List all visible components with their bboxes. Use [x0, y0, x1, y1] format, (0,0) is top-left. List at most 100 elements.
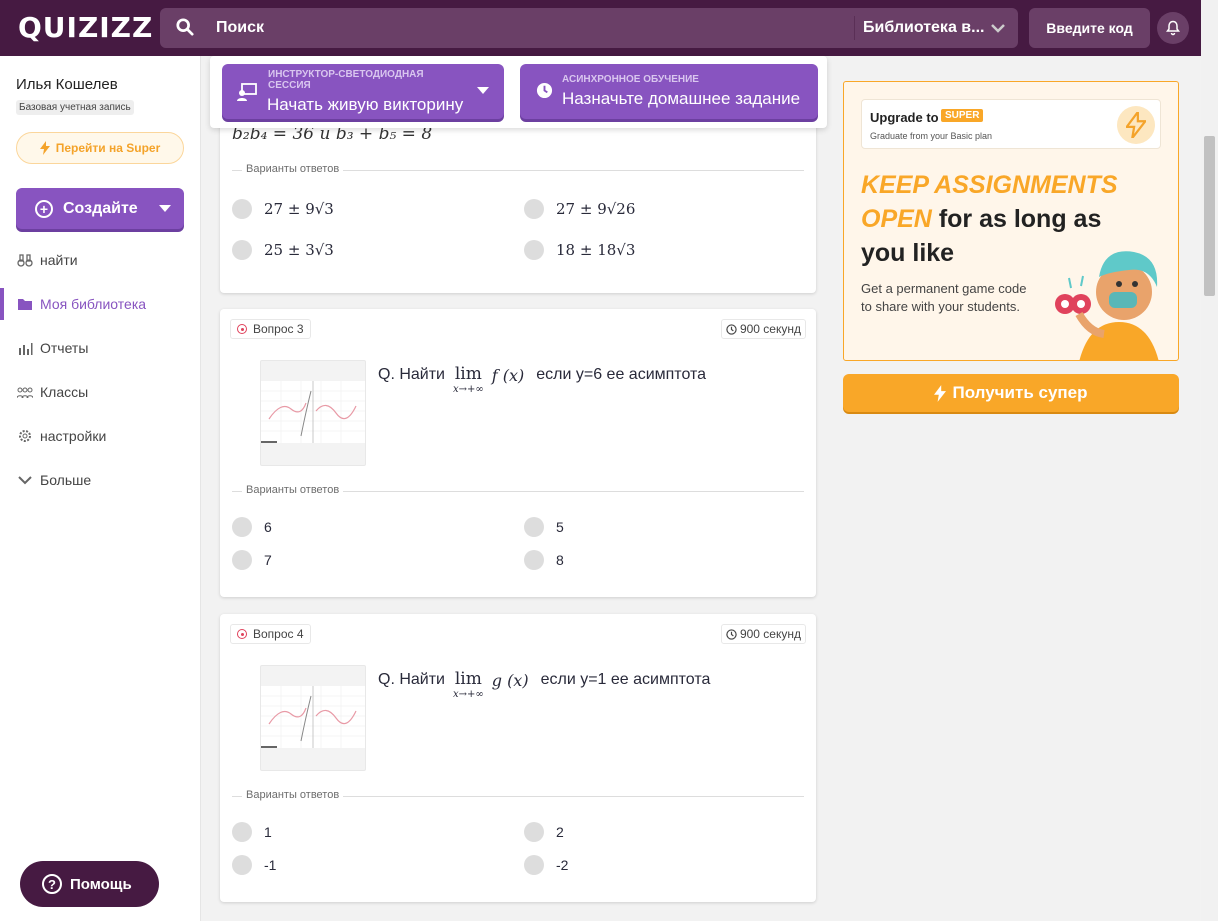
bell-icon [1166, 20, 1180, 36]
question-mark-icon: ? [42, 874, 62, 894]
create-label: Создайте [63, 199, 138, 217]
variants-label: Варианты ответов [242, 163, 344, 175]
sidebar-item-label: найти [40, 252, 78, 268]
question-label: Вопрос 3 [230, 319, 311, 339]
classes-icon [17, 387, 33, 399]
clock-icon [536, 82, 553, 99]
answer-option[interactable]: 27 ± 9√3 [232, 199, 334, 219]
radio-icon [232, 199, 252, 219]
enter-code-button[interactable]: Введите код [1029, 8, 1150, 48]
get-super-button[interactable]: Получить супер [843, 374, 1179, 412]
mascot-illustration [1055, 251, 1159, 360]
radio-icon [524, 822, 544, 842]
sidebar-item-reports[interactable]: Отчеты [0, 332, 200, 364]
question-text: Q. Найти lim x→+∞ f (x) если y=6 ее асимп… [378, 364, 707, 395]
answer-option[interactable]: 27 ± 9√26 [524, 199, 635, 219]
radio-icon [232, 550, 252, 570]
question-time: 900 секунд [720, 319, 806, 339]
create-button[interactable]: + Создайте [16, 188, 184, 229]
variants-divider: Варианты ответов [232, 163, 804, 175]
radio-icon [524, 199, 544, 219]
question-label: Вопрос 4 [230, 624, 311, 644]
caret-down-icon[interactable] [159, 205, 171, 212]
sidebar-item-label: Моя библиотека [40, 296, 147, 312]
sidebar-item-more[interactable]: Больше [0, 464, 200, 496]
limit-expression: lim x→+∞ [453, 669, 484, 700]
answer-option[interactable]: 5 [524, 517, 564, 537]
plus-circle-icon: + [35, 199, 53, 218]
sidebar-item-label: Классы [40, 384, 89, 400]
graph-thumbnail [261, 381, 365, 443]
answer-option[interactable]: 6 [232, 517, 272, 537]
question-card: Вопрос 3 900 секунд Q. Найти lim x→+∞ f (… [220, 309, 816, 597]
reports-icon [19, 343, 33, 355]
upgrade-box[interactable]: Upgrade to SUPER Graduate from your Basi… [861, 99, 1161, 149]
variants-label: Варианты ответов [242, 484, 344, 496]
answer-option[interactable]: 1 [232, 822, 272, 842]
promo-description: Get a permanent game code to share with … [861, 281, 1027, 314]
account-type-badge: Базовая учетная запись [16, 100, 134, 115]
super-promo-card: Upgrade to SUPER Graduate from your Basi… [843, 81, 1179, 361]
sidebar: Илья Кошелев Базовая учетная запись Пере… [0, 56, 201, 921]
answer-option[interactable]: 25 ± 3√3 [232, 240, 334, 260]
limit-expression: lim x→+∞ [453, 364, 484, 395]
sidebar-item-my-library[interactable]: Моя библиотека [0, 288, 200, 320]
variants-divider: Варианты ответов [232, 484, 804, 496]
help-label: Помощь [70, 875, 132, 893]
radio-icon [232, 855, 252, 875]
go-super-label: Перейти на Super [55, 141, 161, 155]
user-name[interactable]: Илья Кошелев [16, 76, 118, 93]
question-image[interactable] [260, 665, 366, 771]
radio-icon [524, 517, 544, 537]
go-super-button[interactable]: Перейти на Super [16, 132, 184, 164]
question-text: Q. Найти lim x→+∞ g (x) если y=1 ее асимп… [378, 669, 711, 700]
radio-icon [232, 240, 252, 260]
question-card: b₂b₄ = 36 и b₃ + b₅ = 8 Варианты ответов… [220, 100, 816, 293]
search-divider [854, 16, 855, 40]
question-type-icon [237, 324, 247, 334]
answer-option[interactable]: -1 [232, 855, 276, 875]
start-live-quiz-button[interactable]: ИНСТРУКТОР-СВЕТОДИОДНАЯ СЕССИЯ Начать жи… [222, 64, 504, 119]
variants-label: Варианты ответов [242, 789, 344, 801]
sidebar-item-settings[interactable]: настройки [0, 420, 200, 452]
answer-option[interactable]: 8 [524, 550, 564, 570]
graph-thumbnail [261, 686, 365, 748]
search-icon [176, 18, 194, 36]
question-card: Вопрос 4 900 секунд Q. Найти lim x→+∞ g (… [220, 614, 816, 902]
radio-icon [232, 517, 252, 537]
radio-icon [524, 855, 544, 875]
question-type-icon [237, 629, 247, 639]
radio-icon [524, 240, 544, 260]
chevron-down-icon[interactable] [990, 20, 1006, 36]
question-time: 900 секунд [720, 624, 806, 644]
binoculars-icon [17, 254, 33, 267]
answer-option[interactable]: -2 [524, 855, 568, 875]
sidebar-item-label: Отчеты [40, 340, 89, 356]
presentation-icon [237, 83, 257, 101]
sidebar-item-label: настройки [40, 428, 107, 444]
page-scrollbar[interactable] [1201, 0, 1218, 921]
sidebar-item-label: Больше [40, 472, 92, 488]
sidebar-item-find[interactable]: найти [0, 244, 200, 276]
super-badge: SUPER [941, 109, 984, 122]
radio-icon [232, 822, 252, 842]
assign-homework-button[interactable]: АСИНХРОННОЕ ОБУЧЕНИЕ Назначьте домашнее … [520, 64, 818, 119]
clock-icon [726, 323, 737, 335]
variants-divider: Варианты ответов [232, 789, 804, 801]
sidebar-item-classes[interactable]: Классы [0, 376, 200, 408]
question-image[interactable] [260, 360, 366, 466]
quizizz-logo[interactable]: QUIZIZZ [18, 11, 153, 44]
answer-option[interactable]: 2 [524, 822, 564, 842]
help-button[interactable]: ? Помощь [20, 861, 159, 907]
bolt-icon [1117, 106, 1155, 144]
answer-option[interactable]: 7 [232, 550, 272, 570]
answer-option[interactable]: 18 ± 18√3 [524, 240, 635, 260]
search-bar[interactable]: Поиск Библиотека в... [160, 8, 1018, 48]
notifications-button[interactable] [1157, 12, 1189, 44]
caret-down-icon[interactable] [477, 87, 489, 94]
clock-icon [726, 628, 737, 640]
search-input[interactable]: Поиск [216, 19, 264, 37]
scrollbar-thumb[interactable] [1204, 136, 1215, 296]
session-bar: ИНСТРУКТОР-СВЕТОДИОДНАЯ СЕССИЯ Начать жи… [210, 56, 827, 128]
library-select[interactable]: Библиотека в... [863, 19, 984, 37]
